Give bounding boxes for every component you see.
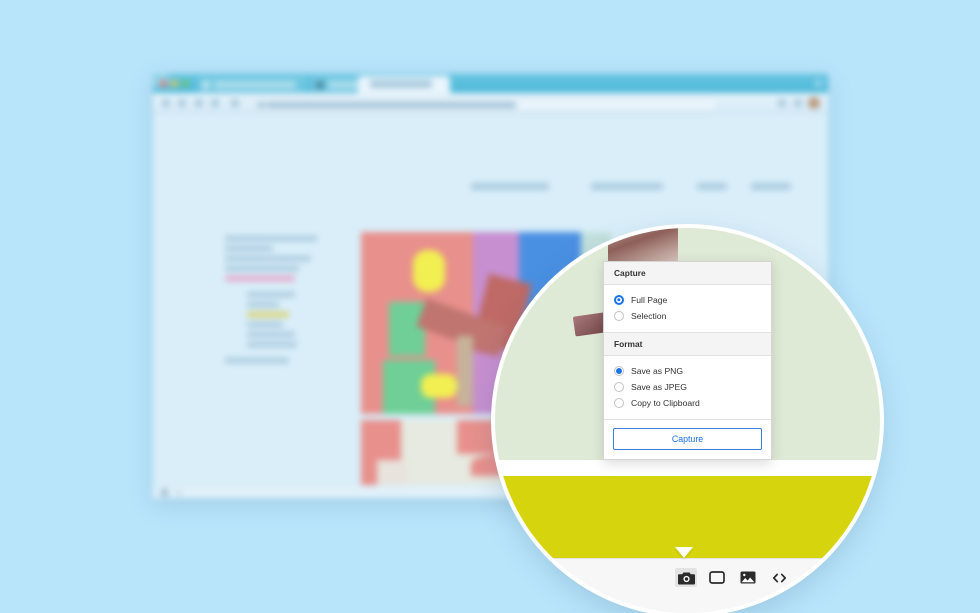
radio-button-icon[interactable] bbox=[614, 311, 624, 321]
radio-button-icon[interactable] bbox=[614, 382, 624, 392]
capture-panel-footer: Capture bbox=[604, 419, 771, 459]
browser-tab-3-active[interactable] bbox=[358, 76, 450, 93]
minimize-window-button[interactable] bbox=[171, 80, 178, 87]
sidebar-line bbox=[225, 236, 317, 241]
downloads-icon[interactable] bbox=[794, 99, 802, 107]
tab-bar-close-icon[interactable] bbox=[815, 80, 822, 87]
tabs-overview-icon[interactable] bbox=[231, 99, 239, 107]
radio-option-label: Selection bbox=[631, 310, 667, 321]
share-icon[interactable] bbox=[211, 99, 219, 107]
format-section-heading: Format bbox=[604, 332, 771, 356]
capture-button[interactable]: Capture bbox=[613, 428, 762, 450]
nav-item-4[interactable] bbox=[751, 183, 791, 190]
capture-popup-panel: Capture Full Page Selection Format Save … bbox=[603, 261, 772, 460]
page-sidebar-text bbox=[225, 236, 317, 368]
nav-item-2[interactable] bbox=[591, 183, 663, 190]
camera-icon[interactable] bbox=[675, 568, 697, 587]
browser-tab-bar bbox=[153, 74, 828, 93]
radio-option-save-jpeg[interactable]: Save as JPEG bbox=[614, 379, 761, 395]
lens-artwork-detail-top bbox=[608, 228, 678, 262]
radio-option-selection[interactable]: Selection bbox=[614, 308, 761, 324]
browser-toolbar bbox=[153, 93, 828, 114]
status-text bbox=[175, 491, 182, 494]
magnifier-lens: Capture Full Page Selection Format Save … bbox=[495, 228, 880, 613]
radio-option-save-png[interactable]: Save as PNG bbox=[614, 363, 761, 379]
sidebar-line[interactable] bbox=[247, 292, 295, 297]
sidebar-line-highlight[interactable] bbox=[225, 276, 295, 281]
tab-title bbox=[370, 80, 432, 88]
capture-options-group: Full Page Selection bbox=[604, 285, 771, 332]
sidebar-line[interactable] bbox=[247, 332, 295, 337]
sidebar-line bbox=[225, 358, 289, 363]
sidebar-line[interactable] bbox=[247, 302, 279, 307]
address-bar-url bbox=[266, 102, 516, 108]
avatar[interactable] bbox=[808, 97, 820, 109]
tab-favicon-icon bbox=[316, 81, 324, 89]
capture-section-heading: Capture bbox=[604, 262, 771, 285]
radio-button-icon[interactable] bbox=[614, 295, 624, 305]
format-options-group: Save as PNG Save as JPEG Copy to Clipboa… bbox=[604, 356, 771, 419]
zoom-slider[interactable] bbox=[848, 570, 880, 586]
close-window-button[interactable] bbox=[160, 80, 167, 87]
sidebar-line-highlight[interactable] bbox=[247, 312, 289, 317]
lens-bg-yellow bbox=[495, 476, 880, 558]
lens-content: Capture Full Page Selection Format Save … bbox=[495, 228, 880, 613]
nav-item-3[interactable] bbox=[697, 183, 727, 190]
reset-label[interactable]: Reset bbox=[806, 572, 831, 583]
sidebar-line bbox=[225, 266, 299, 271]
nav-item-1[interactable] bbox=[471, 183, 549, 190]
sidebar-line bbox=[225, 256, 311, 261]
radio-option-copy-clipboard[interactable]: Copy to Clipboard bbox=[614, 395, 761, 411]
browser-tab-1[interactable] bbox=[197, 77, 307, 93]
extensions-icon[interactable] bbox=[778, 99, 786, 107]
site-navigation bbox=[471, 183, 816, 193]
sidebar-line[interactable] bbox=[247, 342, 297, 347]
radio-option-label: Full Page bbox=[631, 294, 668, 305]
back-icon[interactable] bbox=[162, 99, 170, 107]
lens-bg-white bbox=[495, 460, 880, 476]
sidebar-line[interactable] bbox=[247, 322, 283, 327]
sidebar-icon[interactable] bbox=[195, 99, 203, 107]
code-icon[interactable] bbox=[768, 568, 790, 587]
extension-toolbar: Reset bbox=[495, 558, 880, 613]
rectangle-icon[interactable] bbox=[706, 568, 728, 587]
radio-option-full-page[interactable]: Full Page bbox=[614, 292, 761, 308]
tab-favicon-icon bbox=[202, 81, 210, 89]
image-icon[interactable] bbox=[737, 568, 759, 587]
popup-pointer-arrow bbox=[675, 547, 693, 558]
radio-option-label: Save as PNG bbox=[631, 365, 684, 376]
zoom-window-button[interactable] bbox=[182, 80, 189, 87]
radio-option-label: Copy to Clipboard bbox=[631, 397, 700, 408]
sidebar-line bbox=[225, 246, 273, 251]
radio-button-icon[interactable] bbox=[614, 366, 624, 376]
radio-option-label: Save as JPEG bbox=[631, 381, 687, 392]
lock-icon bbox=[258, 101, 264, 108]
address-bar[interactable] bbox=[253, 97, 718, 112]
radio-button-icon[interactable] bbox=[614, 398, 624, 408]
status-icon bbox=[161, 489, 168, 496]
tab-title bbox=[214, 81, 296, 89]
forward-icon[interactable] bbox=[178, 99, 186, 107]
slider-track bbox=[848, 576, 880, 580]
